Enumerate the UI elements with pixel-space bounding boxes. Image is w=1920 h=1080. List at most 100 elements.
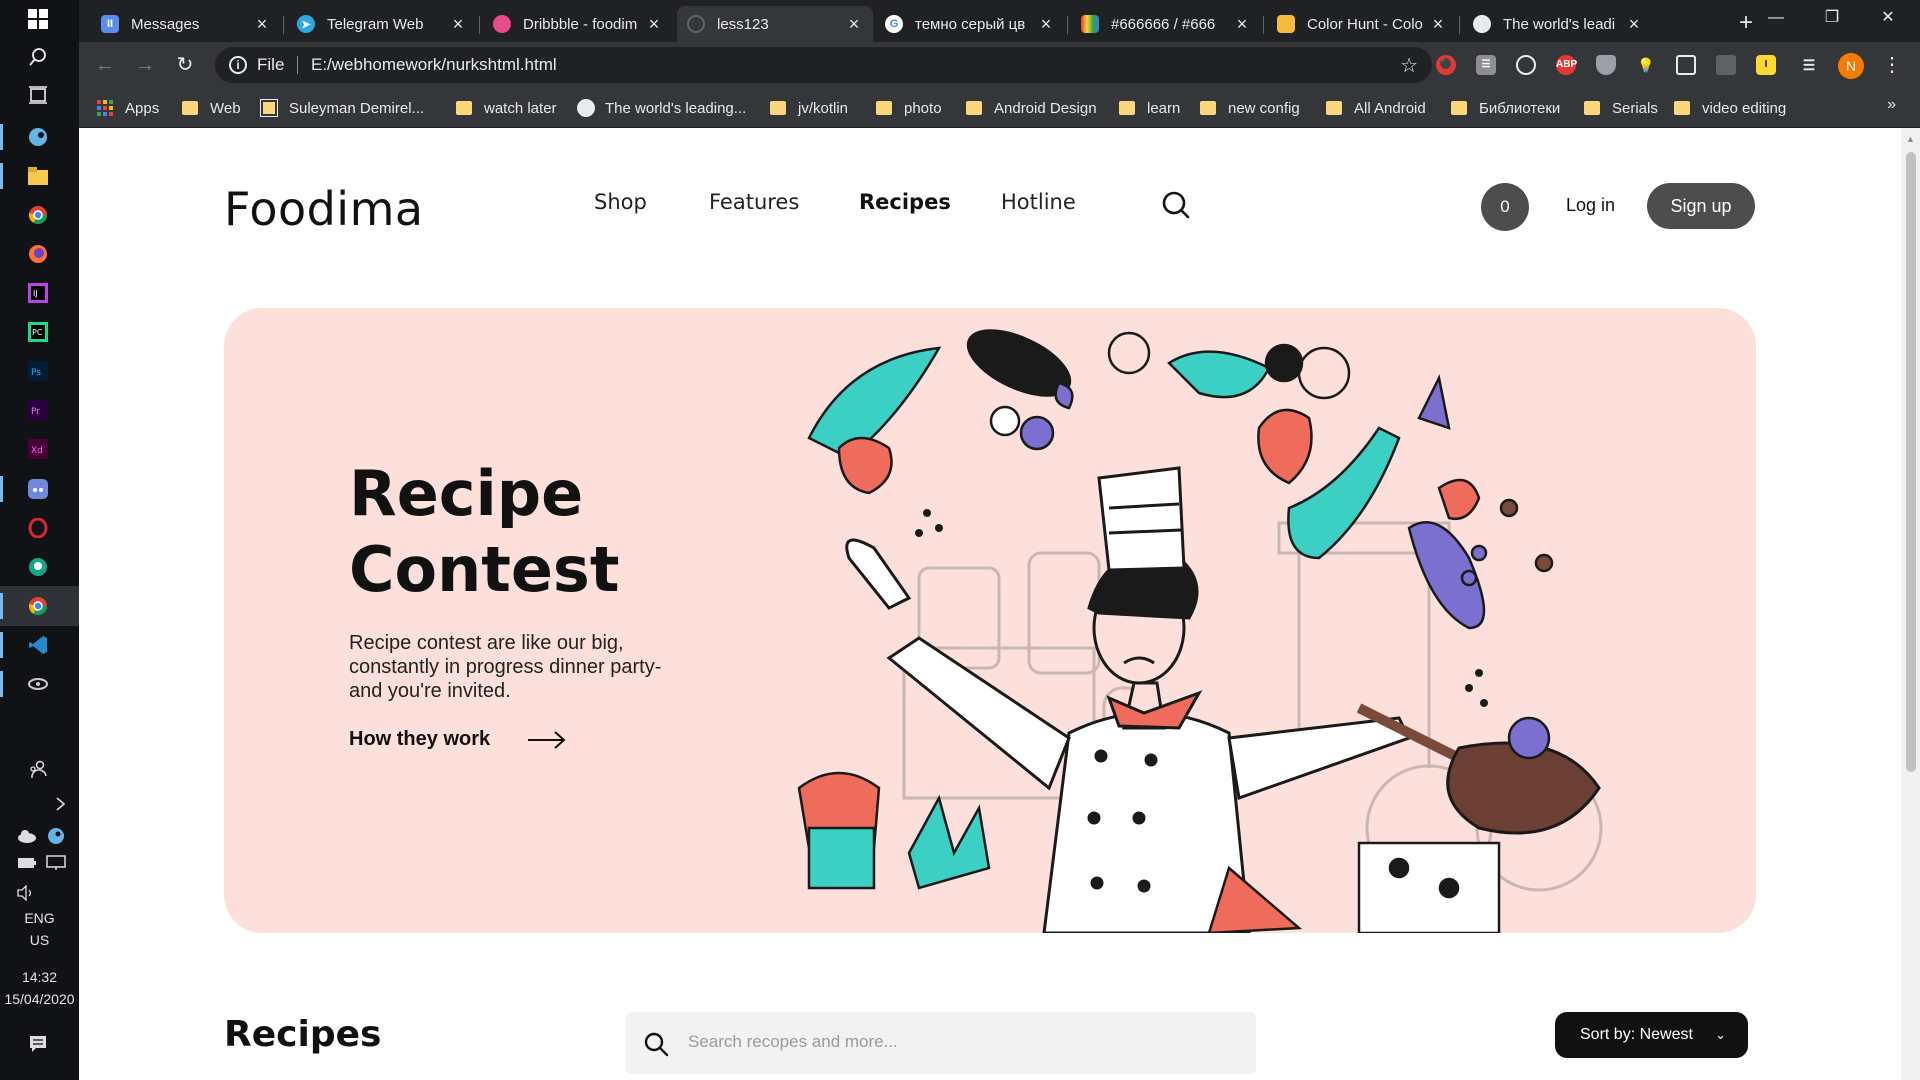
gitkraken-icon[interactable] [27, 556, 49, 578]
search-icon[interactable] [1159, 188, 1193, 222]
bookmark-learn[interactable]: learn [1119, 96, 1180, 120]
photoshop-icon[interactable]: Ps [27, 360, 49, 382]
tab-telegram[interactable]: ➤ Telegram Web × [287, 6, 477, 42]
info-icon[interactable]: i [229, 56, 247, 74]
minimize-button[interactable]: — [1748, 0, 1804, 36]
extension-icon[interactable]: ⚫ [1436, 55, 1456, 75]
bookmark-web[interactable]: Web [182, 96, 241, 120]
restore-button[interactable]: ❐ [1804, 0, 1860, 36]
shield-icon[interactable] [1596, 55, 1616, 75]
file-explorer-icon[interactable] [27, 165, 49, 187]
reload-button[interactable]: ↻ [171, 51, 199, 79]
extension-icon[interactable]: I [1756, 55, 1776, 75]
vpn-icon[interactable] [27, 673, 49, 695]
page-scrollbar[interactable]: ▲ [1901, 128, 1920, 1080]
close-icon[interactable]: × [1625, 14, 1643, 35]
bookmark-jv-kotlin[interactable]: jv/kotlin [770, 96, 848, 120]
task-view-icon[interactable] [27, 84, 49, 106]
cube-icon[interactable] [1676, 55, 1696, 75]
cart-count-badge[interactable]: 0 [1481, 183, 1529, 231]
extension-icon[interactable]: ☰ [1476, 55, 1496, 75]
close-icon[interactable]: × [645, 14, 663, 35]
tab-messages[interactable]: II Messages × [91, 6, 281, 42]
steam-tray-icon[interactable] [45, 825, 67, 847]
address-bar[interactable]: i File E:/webhomework/nurkshtml.html ☆ [215, 47, 1432, 83]
firefox-icon[interactable] [27, 243, 49, 265]
login-link[interactable]: Log in [1566, 195, 1615, 216]
volume-icon[interactable] [16, 882, 38, 904]
bookmark-watch-later[interactable]: watch later [456, 96, 557, 120]
chevron-right-icon[interactable] [50, 793, 72, 815]
steam-icon[interactable] [27, 126, 49, 148]
bookmark-libraries[interactable]: Библиотеки [1451, 96, 1560, 120]
region-indicator[interactable]: US [0, 930, 79, 950]
close-icon[interactable]: × [449, 14, 467, 35]
speedometer-icon[interactable] [1516, 55, 1536, 75]
nav-features[interactable]: Features [709, 190, 799, 214]
acrobat-icon[interactable] [1716, 55, 1736, 75]
tab-color-hunt[interactable]: Color Hunt - Colo × [1267, 6, 1457, 42]
bookmark-apps[interactable]: Apps [97, 96, 159, 120]
arrow-right-icon[interactable] [527, 728, 567, 752]
sort-dropdown[interactable]: Sort by: Newest ⌄ [1555, 1012, 1748, 1058]
tab-separator [479, 16, 480, 34]
premiere-icon[interactable]: Pr [27, 399, 49, 421]
tab-color-hex[interactable]: #666666 / #666 × [1071, 6, 1261, 42]
tab-dribbble[interactable]: Dribbble - foodim × [483, 6, 673, 42]
bookmark-github[interactable]: The world's leading... [577, 96, 746, 120]
bookmark-android-design[interactable]: Android Design [966, 96, 1097, 120]
close-icon[interactable]: × [845, 14, 863, 35]
people-icon[interactable] [27, 758, 49, 780]
bookmark-serials[interactable]: Serials [1584, 96, 1658, 120]
media-controls-icon[interactable]: ☰ [1799, 55, 1819, 75]
nav-recipes[interactable]: Recipes [859, 190, 951, 214]
how-they-work-link[interactable]: How they work [349, 728, 490, 751]
network-icon[interactable] [45, 852, 67, 874]
close-icon[interactable]: × [253, 14, 271, 35]
vscode-icon[interactable] [27, 634, 49, 656]
forward-button[interactable]: → [131, 51, 159, 79]
bookmark-sdu[interactable]: Suleyman Demirel... [260, 96, 424, 120]
clock-time[interactable]: 14:32 [0, 967, 79, 987]
discord-icon[interactable] [27, 478, 49, 500]
tab-less123-active[interactable]: less123 × [677, 6, 873, 42]
nav-hotline[interactable]: Hotline [1001, 190, 1076, 214]
opera-icon[interactable] [27, 517, 49, 539]
site-logo[interactable]: Foodima [224, 182, 424, 236]
bookmark-star-icon[interactable]: ☆ [1400, 53, 1418, 78]
close-icon[interactable]: × [1037, 14, 1055, 35]
signup-button[interactable]: Sign up [1647, 183, 1755, 229]
bookmark-photo[interactable]: photo [876, 96, 942, 120]
intellij-icon[interactable]: IJ [27, 282, 49, 304]
battery-icon[interactable] [16, 852, 38, 874]
profile-avatar[interactable]: N [1838, 53, 1864, 79]
adblock-icon[interactable]: ABP [1556, 55, 1577, 75]
bookmark-video-editing[interactable]: video editing [1674, 96, 1786, 120]
recipe-search-input[interactable]: Search recopes and more... [626, 1012, 1256, 1074]
scrollbar-thumb[interactable] [1906, 152, 1916, 772]
chrome-icon[interactable] [27, 204, 49, 226]
menu-icon[interactable]: ⋮ [1882, 52, 1902, 77]
tab-github[interactable]: The world's leadi × [1463, 6, 1653, 42]
bookmark-all-android[interactable]: All Android [1326, 96, 1426, 120]
url-text[interactable]: E:/webhomework/nurkshtml.html [311, 55, 557, 75]
language-indicator[interactable]: ENG [0, 908, 79, 928]
pycharm-icon[interactable]: PC [27, 321, 49, 343]
lightbulb-icon[interactable]: 💡 [1636, 55, 1656, 75]
onedrive-icon[interactable] [16, 825, 38, 847]
nav-shop[interactable]: Shop [594, 190, 647, 214]
chrome-active-icon[interactable] [27, 595, 49, 617]
clock-date[interactable]: 15/04/2020 [0, 989, 79, 1009]
close-icon[interactable]: × [1233, 14, 1251, 35]
action-center-icon[interactable] [27, 1033, 49, 1055]
back-button[interactable]: ← [91, 51, 119, 79]
tab-google-search[interactable]: G темно серый цв × [875, 6, 1065, 42]
bookmarks-overflow-button[interactable]: » [1887, 96, 1896, 114]
window-close-button[interactable]: ✕ [1860, 0, 1916, 36]
windows-start-icon[interactable] [27, 8, 49, 30]
bookmark-new-config[interactable]: new config [1200, 96, 1300, 120]
close-icon[interactable]: × [1429, 14, 1447, 35]
scroll-up-arrow-icon[interactable]: ▲ [1906, 134, 1915, 144]
adobe-xd-icon[interactable]: Xd [27, 438, 49, 460]
search-icon[interactable] [27, 46, 49, 68]
